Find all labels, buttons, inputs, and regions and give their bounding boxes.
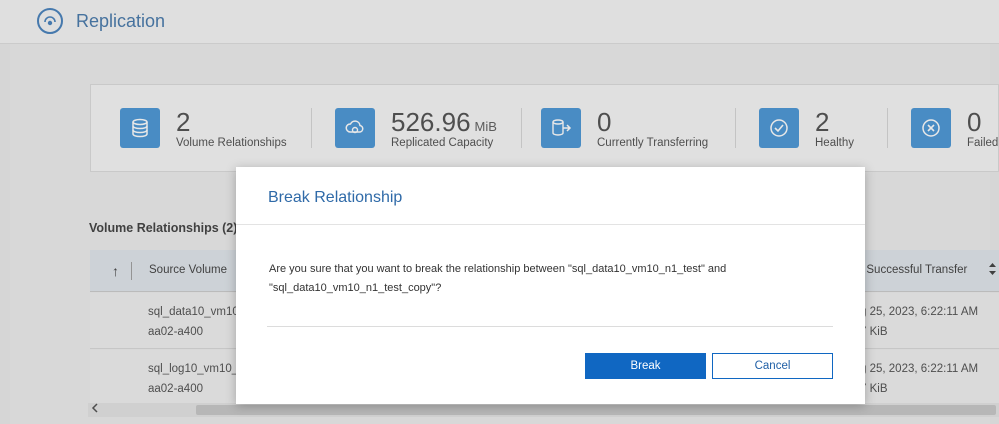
break-button[interactable]: Break bbox=[585, 353, 706, 379]
dialog-divider bbox=[236, 224, 865, 225]
break-relationship-dialog: Break Relationship Are you sure that you… bbox=[236, 167, 865, 404]
dialog-title: Break Relationship bbox=[268, 189, 403, 206]
cancel-button[interactable]: Cancel bbox=[712, 353, 833, 379]
dialog-divider bbox=[267, 326, 833, 327]
dialog-message: Are you sure that you want to break the … bbox=[269, 263, 727, 294]
